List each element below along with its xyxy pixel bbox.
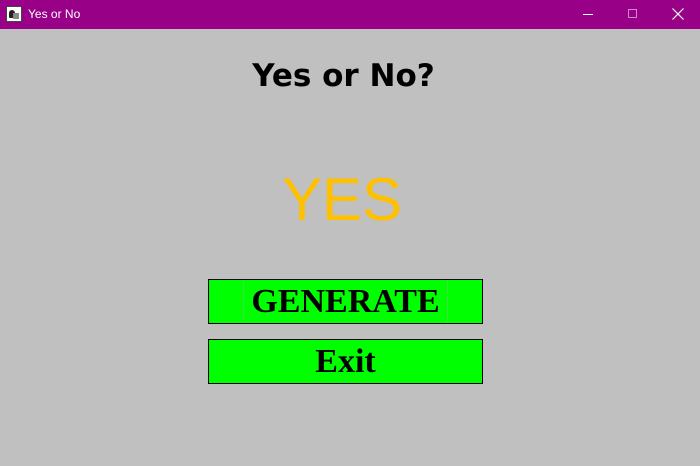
generate-button[interactable]: GENERATE [208, 279, 483, 324]
maximize-button[interactable] [610, 0, 656, 29]
generate-button-label: GENERATE [251, 283, 440, 320]
minimize-button[interactable] [565, 0, 611, 29]
exit-button[interactable]: Exit [208, 339, 483, 384]
close-button[interactable] [655, 0, 700, 29]
app-window: Yes or No Yes or No? YES GENERATE Exit [0, 0, 700, 466]
window-title: Yes or No [28, 7, 81, 21]
page-title: Yes or No? [252, 58, 435, 94]
java-cup-icon[interactable] [6, 6, 22, 22]
minimize-icon [583, 14, 593, 15]
answer-label: YES [281, 166, 403, 233]
maximize-icon [628, 9, 637, 18]
close-icon [672, 8, 684, 20]
exit-button-label: Exit [315, 343, 376, 380]
title-bar[interactable]: Yes or No [0, 0, 700, 29]
